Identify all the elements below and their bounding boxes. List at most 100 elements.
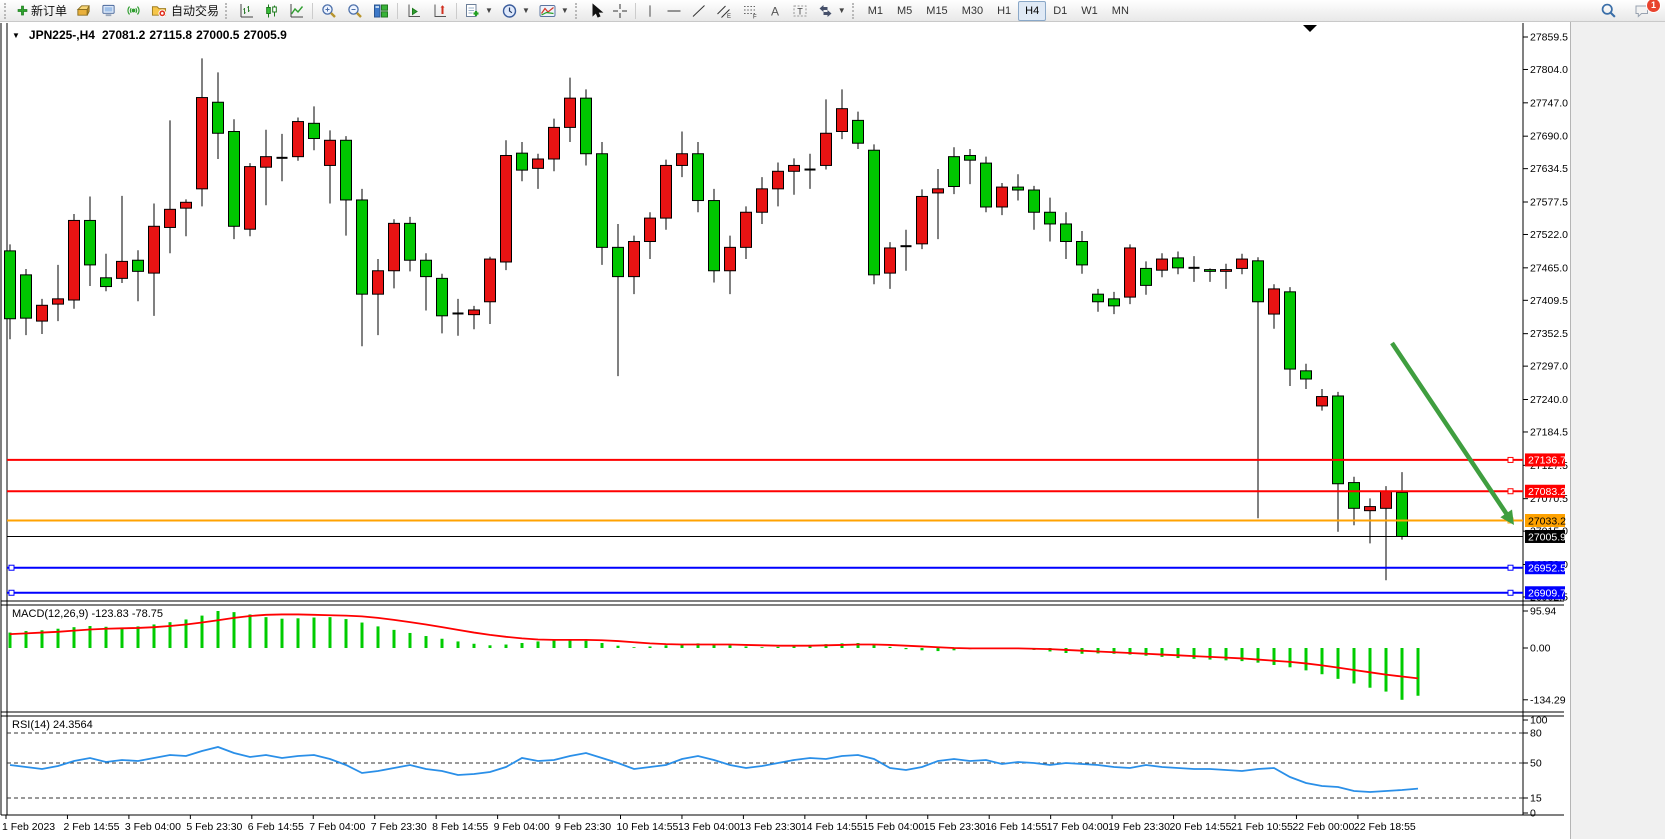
chart-window: ▼ JPN225-,H4 27081.2 27115.8 27000.5 270… <box>0 22 1571 839</box>
svg-text:E: E <box>727 14 731 19</box>
autotrading-folder-icon <box>150 3 168 18</box>
svg-text:50: 50 <box>1530 758 1542 770</box>
gold-symbol-button[interactable] <box>71 0 96 22</box>
zoom-out-button[interactable] <box>342 0 368 22</box>
trend-arrow[interactable] <box>1392 343 1514 525</box>
cursor-icon <box>588 3 604 19</box>
svg-text:22 Feb 00:00: 22 Feb 00:00 <box>1292 821 1354 833</box>
svg-text:27184.5: 27184.5 <box>1530 426 1568 438</box>
svg-text:2 Feb 14:55: 2 Feb 14:55 <box>63 821 119 833</box>
timeframe-h1-button[interactable]: H1 <box>990 1 1018 21</box>
vertical-line-icon <box>643 3 657 19</box>
svg-text:27634.5: 27634.5 <box>1530 163 1568 175</box>
zoom-in-icon <box>320 3 338 19</box>
svg-text:7 Feb 23:30: 7 Feb 23:30 <box>371 821 427 833</box>
svg-text:26909.7: 26909.7 <box>1528 588 1566 600</box>
crosshair-icon <box>612 3 628 19</box>
svg-text:27522.0: 27522.0 <box>1530 229 1568 241</box>
svg-text:27577.5: 27577.5 <box>1530 197 1568 209</box>
time-axis[interactable]: 1 Feb 20232 Feb 14:553 Feb 04:005 Feb 23… <box>2 815 1416 833</box>
timeframe-d1-button[interactable]: D1 <box>1046 1 1074 21</box>
signal-button[interactable] <box>121 0 146 22</box>
timeframe-w1-button[interactable]: W1 <box>1074 1 1105 21</box>
price-chart-svg[interactable]: 27859.527804.027747.027690.027634.527577… <box>0 22 1570 839</box>
terminal-button[interactable] <box>96 0 121 22</box>
timeframe-mn-button[interactable]: MN <box>1105 1 1136 21</box>
period-button[interactable]: ▼ <box>497 0 534 22</box>
new-chart-button[interactable]: ▼ <box>460 0 497 22</box>
text-label-tool-button[interactable]: T <box>787 0 813 22</box>
line-chart-type-button[interactable] <box>284 0 309 22</box>
equidistant-channel-tool-button[interactable]: E <box>711 0 737 22</box>
timeframe-h4-button[interactable]: H4 <box>1018 1 1046 21</box>
toolbar-grip[interactable] <box>225 3 230 19</box>
candlestick-type-button[interactable] <box>259 0 284 22</box>
zoom-in-button[interactable] <box>316 0 342 22</box>
timeframe-m1-button[interactable]: M1 <box>861 1 890 21</box>
notification-badge: 1 <box>1646 0 1661 13</box>
tile-windows-icon <box>372 3 390 19</box>
low-value: 27000.5 <box>196 28 239 42</box>
cursor-tool-button[interactable] <box>584 0 608 22</box>
svg-text:27859.5: 27859.5 <box>1530 32 1568 44</box>
chart-shift-button[interactable] <box>427 0 453 22</box>
auto-scroll-button[interactable] <box>401 0 427 22</box>
svg-text:10 Feb 14:55: 10 Feb 14:55 <box>617 821 679 833</box>
timeframe-m30-button[interactable]: M30 <box>955 1 990 21</box>
trendline-tool-button[interactable] <box>687 0 711 22</box>
chart-shift-icon <box>431 3 449 19</box>
search-button[interactable] <box>1596 0 1621 22</box>
toolbar-grip[interactable] <box>852 3 857 19</box>
svg-text:0: 0 <box>1530 808 1536 820</box>
svg-text:8 Feb 14:55: 8 Feb 14:55 <box>432 821 488 833</box>
svg-text:6 Feb 14:55: 6 Feb 14:55 <box>248 821 304 833</box>
chart-title: ▼ JPN225-,H4 27081.2 27115.8 27000.5 270… <box>12 28 287 42</box>
toolbar-grip[interactable] <box>575 3 580 19</box>
svg-text:T: T <box>797 6 803 16</box>
macd-label: MACD(12,26,9) -123.83 -78.75 <box>12 608 163 620</box>
tile-windows-button[interactable] <box>368 0 394 22</box>
bar-chart-type-button[interactable] <box>234 0 259 22</box>
timeframe-group: M1M5M15M30H1H4D1W1MN <box>861 1 1136 21</box>
fibonacci-icon: F <box>741 3 759 19</box>
horizontal-line-icon <box>665 3 683 19</box>
text-tool-button[interactable]: A <box>763 0 787 22</box>
svg-text:A: A <box>771 4 779 18</box>
gold-cube-icon <box>75 3 92 18</box>
fibonacci-tool-button[interactable]: F <box>737 0 763 22</box>
svg-text:27804.0: 27804.0 <box>1530 64 1568 76</box>
svg-text:-134.29: -134.29 <box>1530 694 1566 706</box>
notifications-button[interactable]: 1 <box>1629 0 1655 22</box>
bar-chart-icon <box>238 3 255 19</box>
new-order-button[interactable]: 新订单 <box>13 0 71 22</box>
svg-text:15: 15 <box>1530 793 1542 805</box>
indicators-button[interactable]: ▼ <box>534 0 573 22</box>
dropdown-caret: ▼ <box>561 6 569 15</box>
rsi-label: RSI(14) 24.3564 <box>12 719 93 731</box>
collapse-triangle-icon[interactable]: ▼ <box>12 31 20 40</box>
svg-text:9 Feb 23:30: 9 Feb 23:30 <box>555 821 611 833</box>
mt4-terminal: { "toolbar": { "new_order_label": "新订单",… <box>0 0 1665 839</box>
chart-shift-marker[interactable] <box>1303 25 1317 32</box>
svg-text:21 Feb 10:55: 21 Feb 10:55 <box>1231 821 1293 833</box>
timeframe-m15-button[interactable]: M15 <box>919 1 954 21</box>
timeframe-m5-button[interactable]: M5 <box>890 1 919 21</box>
new-chart-icon <box>464 3 481 19</box>
horizontal-line-tool-button[interactable] <box>661 0 687 22</box>
trendline-icon <box>691 3 707 19</box>
toolbar-grip[interactable] <box>4 3 9 19</box>
main-toolbar: 新订单 自动交易 ▼ ▼ <box>0 0 1665 22</box>
svg-text:F: F <box>753 14 757 19</box>
svg-text:1 Feb 2023: 1 Feb 2023 <box>2 821 55 833</box>
vertical-line-tool-button[interactable] <box>639 0 661 22</box>
autotrading-button[interactable]: 自动交易 <box>146 0 223 22</box>
open-value: 27081.2 <box>102 28 145 42</box>
rsi-pane <box>10 747 1418 792</box>
svg-text:13 Feb 23:30: 13 Feb 23:30 <box>739 821 801 833</box>
dropdown-caret: ▼ <box>522 6 530 15</box>
arrows-tool-button[interactable]: ▼ <box>813 0 850 22</box>
indicators-icon <box>538 3 557 19</box>
toolbar-right-icons: 1 <box>1596 0 1663 22</box>
search-icon <box>1600 2 1617 19</box>
crosshair-tool-button[interactable] <box>608 0 632 22</box>
